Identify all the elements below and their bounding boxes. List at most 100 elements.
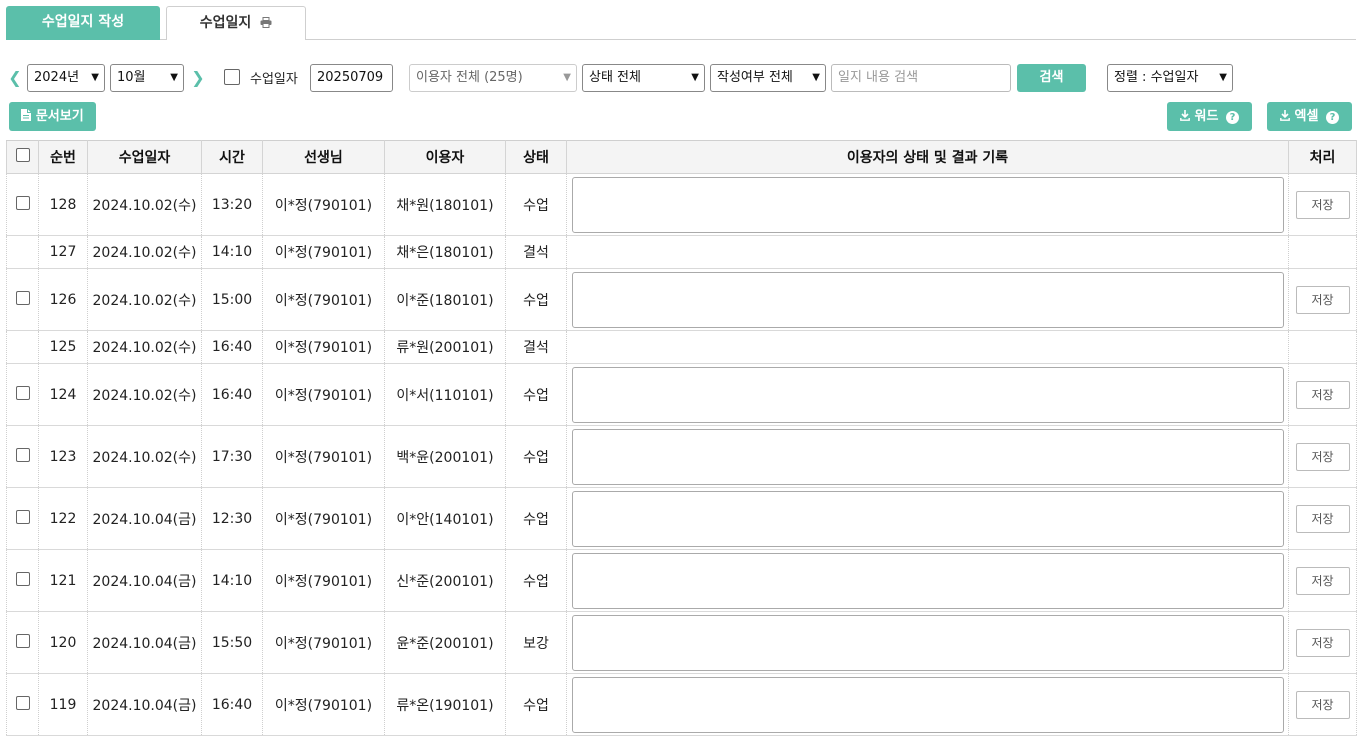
header-date: 수업일자 xyxy=(87,140,202,174)
chevron-down-icon: ▼ xyxy=(170,72,178,83)
header-user: 이용자 xyxy=(384,140,506,174)
filter-bar: ❮ 2024년 ▼ 10월 ▼ ❯ 수업일자 20250709 이용자 전체 (… xyxy=(0,63,1363,93)
save-button[interactable]: 저장 xyxy=(1295,690,1350,719)
row-teacher: 이*정(790101) xyxy=(262,235,385,269)
row-select-cell[interactable] xyxy=(6,268,39,331)
save-button[interactable]: 저장 xyxy=(1295,628,1350,657)
row-date: 2024.10.04(금) xyxy=(87,549,202,612)
row-date: 2024.10.02(수) xyxy=(87,235,202,269)
chevron-down-icon: ▼ xyxy=(691,72,699,83)
user-select[interactable]: 이용자 전체 (25명) ▼ xyxy=(409,64,577,92)
record-textarea[interactable] xyxy=(571,614,1284,671)
row-user: 류*온(190101) xyxy=(384,673,506,736)
row-no: 127 xyxy=(38,235,88,269)
table-row: 127 2024.10.02(수) 14:10 이*정(790101) 채*은(… xyxy=(6,235,1357,269)
row-no: 119 xyxy=(38,673,88,736)
row-action-cell: 저장 xyxy=(1288,425,1357,488)
row-select-cell[interactable] xyxy=(6,363,39,426)
row-select-cell[interactable] xyxy=(6,611,39,674)
document-view-button[interactable]: 문서보기 xyxy=(9,102,96,131)
record-textarea[interactable] xyxy=(571,552,1284,609)
row-status: 수업 xyxy=(505,487,567,550)
row-select-cell[interactable] xyxy=(6,673,39,736)
row-checkbox[interactable] xyxy=(15,571,30,586)
header-record: 이용자의 상태 및 결과 기록 xyxy=(566,140,1289,174)
action-bar: 문서보기 워드 ? 엑셀 ? xyxy=(0,102,1363,131)
month-select-value: 10월 xyxy=(117,70,146,85)
next-month-chevron-right-icon[interactable]: ❯ xyxy=(188,66,208,90)
save-button[interactable]: 저장 xyxy=(1295,504,1350,533)
row-checkbox[interactable] xyxy=(15,695,30,710)
save-button[interactable]: 저장 xyxy=(1295,380,1350,409)
row-select-cell[interactable] xyxy=(6,549,39,612)
table-row: 124 2024.10.02(수) 16:40 이*정(790101) 이*서(… xyxy=(6,363,1357,426)
row-select-cell[interactable] xyxy=(6,425,39,488)
tab-bar: 수업일지 작성 수업일지 xyxy=(6,6,1356,40)
row-checkbox[interactable] xyxy=(15,509,30,524)
row-teacher: 이*정(790101) xyxy=(262,673,385,736)
journal-table: 순번 수업일자 시간 선생님 이용자 상태 이용자의 상태 및 결과 기록 처리… xyxy=(6,140,1357,736)
row-no: 121 xyxy=(38,549,88,612)
record-textarea[interactable] xyxy=(571,271,1284,328)
journal-search-input[interactable]: 일지 내용 검색 xyxy=(831,64,1011,92)
row-record-cell xyxy=(566,487,1289,550)
written-status-select[interactable]: 작성여부 전체 ▼ xyxy=(710,64,826,92)
written-status-select-value: 작성여부 전체 xyxy=(717,70,793,85)
help-icon[interactable]: ? xyxy=(1225,111,1239,124)
row-status: 수업 xyxy=(505,363,567,426)
row-checkbox[interactable] xyxy=(15,195,30,210)
row-teacher: 이*정(790101) xyxy=(262,268,385,331)
row-date: 2024.10.02(수) xyxy=(87,363,202,426)
row-checkbox[interactable] xyxy=(15,447,30,462)
caret-down-icon: ▼ xyxy=(563,72,571,83)
row-checkbox[interactable] xyxy=(15,633,30,648)
row-no: 124 xyxy=(38,363,88,426)
save-button[interactable]: 저장 xyxy=(1295,190,1350,219)
row-date: 2024.10.02(수) xyxy=(87,330,202,364)
record-textarea[interactable] xyxy=(571,176,1284,233)
record-textarea[interactable] xyxy=(571,676,1284,733)
row-teacher: 이*정(790101) xyxy=(262,363,385,426)
row-record-cell xyxy=(566,673,1289,736)
save-button[interactable]: 저장 xyxy=(1295,566,1350,595)
row-checkbox[interactable] xyxy=(15,385,30,400)
date-filter-checkbox[interactable] xyxy=(224,69,240,85)
select-all-checkbox[interactable] xyxy=(15,148,30,162)
prev-month-chevron-left-icon[interactable]: ❮ xyxy=(5,66,25,90)
date-filter-label: 수업일자 xyxy=(250,72,298,87)
tab-write-journal[interactable]: 수업일지 작성 xyxy=(6,6,160,40)
help-icon[interactable]: ? xyxy=(1325,111,1339,124)
row-no: 122 xyxy=(38,487,88,550)
chevron-down-icon: ▼ xyxy=(812,72,820,83)
row-record-cell xyxy=(566,235,1289,269)
table-header-row: 순번 수업일자 시간 선생님 이용자 상태 이용자의 상태 및 결과 기록 처리 xyxy=(6,140,1357,174)
sort-select[interactable]: 정렬 : 수업일자 ▼ xyxy=(1107,64,1233,92)
month-select[interactable]: 10월 ▼ xyxy=(110,64,184,92)
row-record-cell xyxy=(566,425,1289,488)
row-teacher: 이*정(790101) xyxy=(262,173,385,236)
row-time: 14:10 xyxy=(201,235,263,269)
record-textarea[interactable] xyxy=(571,366,1284,423)
save-button[interactable]: 저장 xyxy=(1295,285,1350,314)
date-input[interactable]: 20250709 xyxy=(310,64,393,92)
tab-journal[interactable]: 수업일지 xyxy=(166,6,306,40)
header-select-all[interactable] xyxy=(6,140,39,174)
row-select-cell[interactable] xyxy=(6,173,39,236)
row-no: 123 xyxy=(38,425,88,488)
status-select[interactable]: 상태 전체 ▼ xyxy=(582,64,705,92)
record-textarea[interactable] xyxy=(571,490,1284,547)
row-action-cell: 저장 xyxy=(1288,673,1357,736)
row-select-cell[interactable] xyxy=(6,487,39,550)
row-user: 신*준(200101) xyxy=(384,549,506,612)
record-textarea[interactable] xyxy=(571,428,1284,485)
year-select[interactable]: 2024년 ▼ xyxy=(27,64,105,92)
row-no: 125 xyxy=(38,330,88,364)
row-teacher: 이*정(790101) xyxy=(262,549,385,612)
row-checkbox[interactable] xyxy=(15,290,30,305)
search-button[interactable]: 검색 xyxy=(1017,64,1086,92)
save-button[interactable]: 저장 xyxy=(1295,442,1350,471)
document-icon xyxy=(21,109,36,124)
excel-download-button[interactable]: 엑셀 ? xyxy=(1267,102,1352,131)
table-body: 128 2024.10.02(수) 13:20 이*정(790101) 채*원(… xyxy=(6,173,1357,736)
word-download-button[interactable]: 워드 ? xyxy=(1167,102,1252,131)
